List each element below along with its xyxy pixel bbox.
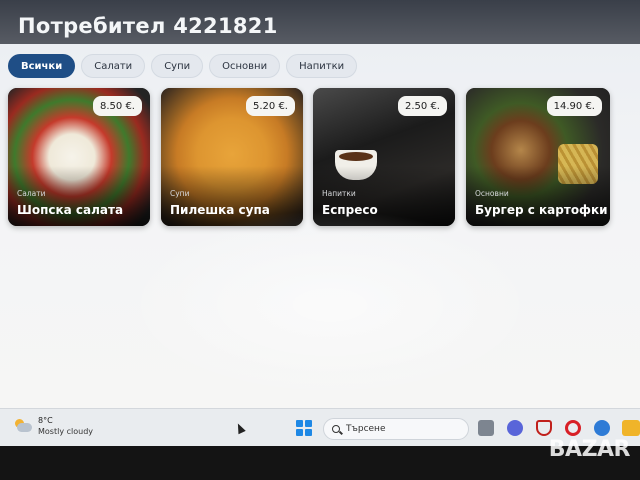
menu-card-chicken-soup[interactable]: 5.20 €. Супи Пилешка супа: [161, 88, 303, 226]
price-badge: 5.20 €.: [246, 96, 295, 116]
weather-widget[interactable]: 8°C Mostly cloudy: [14, 415, 93, 437]
category-tabs: Всички Салати Супи Основни Напитки: [8, 54, 358, 78]
file-explorer-icon[interactable]: [622, 420, 640, 436]
price-badge: 2.50 €.: [398, 96, 447, 116]
tab-all[interactable]: Всички: [8, 54, 76, 78]
price-badge: 8.50 €.: [93, 96, 142, 116]
item-name: Пилешка супа: [170, 203, 270, 217]
teams-icon[interactable]: [507, 420, 523, 436]
mouse-cursor-icon: [234, 421, 246, 435]
edge-icon[interactable]: [594, 420, 610, 436]
item-category: Основни: [475, 189, 509, 198]
tab-salads[interactable]: Салати: [81, 54, 146, 78]
tab-drinks[interactable]: Напитки: [286, 54, 358, 78]
opera-icon[interactable]: [565, 420, 581, 436]
tab-mains[interactable]: Основни: [209, 54, 281, 78]
item-name: Шопска салата: [17, 203, 124, 217]
menu-card-espresso[interactable]: 2.50 €. Напитки Еспресо: [313, 88, 455, 226]
item-category: Супи: [170, 189, 190, 198]
taskbar-search[interactable]: Търсене: [323, 418, 469, 440]
item-name: Еспресо: [322, 203, 378, 217]
user-title: Потребител 4221821: [18, 14, 278, 38]
price-badge: 14.90 €.: [546, 96, 602, 116]
monitor-bezel: [0, 446, 640, 480]
search-icon: [332, 425, 340, 433]
tab-soups[interactable]: Супи: [151, 54, 204, 78]
search-placeholder: Търсене: [346, 424, 386, 434]
weather-condition: Mostly cloudy: [38, 427, 93, 436]
bazar-watermark: BAZAR: [548, 437, 631, 462]
taskbar: 8°C Mostly cloudy Търсене: [0, 408, 640, 446]
partly-cloudy-icon: [14, 419, 32, 433]
weather-temp: 8°C: [38, 416, 53, 425]
menu-card-shopska-salad[interactable]: 8.50 €. Салати Шопска салата: [8, 88, 150, 226]
task-view-icon[interactable]: [478, 420, 494, 436]
menu-grid: 8.50 €. Салати Шопска салата 5.20 €. Суп…: [8, 88, 628, 228]
item-category: Напитки: [322, 189, 356, 198]
item-category: Салати: [17, 189, 46, 198]
menu-card-burger-fries[interactable]: 14.90 €. Основни Бургер с картофки: [466, 88, 610, 226]
item-name: Бургер с картофки: [475, 203, 608, 217]
mcafee-icon[interactable]: [536, 420, 552, 436]
windows-start-icon[interactable]: [296, 420, 312, 436]
